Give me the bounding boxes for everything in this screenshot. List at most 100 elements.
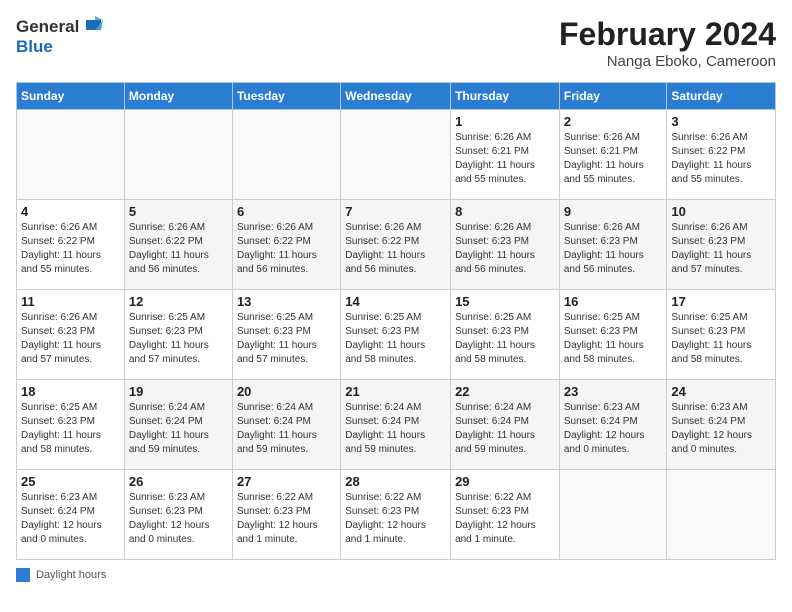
day-info: Sunrise: 6:26 AM Sunset: 6:23 PM Dayligh…	[21, 311, 120, 367]
day-number: 19	[129, 384, 228, 399]
day-number: 14	[345, 294, 446, 309]
day-number: 24	[671, 384, 771, 399]
day-info: Sunrise: 6:23 AM Sunset: 6:24 PM Dayligh…	[21, 491, 120, 547]
calendar-cell: 27 Sunrise: 6:22 AM Sunset: 6:23 PM Dayli…	[232, 470, 340, 560]
day-info: Sunrise: 6:25 AM Sunset: 6:23 PM Dayligh…	[237, 311, 336, 367]
title-block: February 2024 Nanga Eboko, Cameroon	[559, 16, 776, 70]
calendar-cell: 5Sunrise: 6:26 AM Sunset: 6:22 PM Daylig…	[124, 200, 232, 290]
day-info: Sunrise: 6:26 AM Sunset: 6:22 PM Dayligh…	[671, 131, 771, 187]
day-info: Sunrise: 6:25 AM Sunset: 6:23 PM Dayligh…	[564, 311, 663, 367]
day-info: Sunrise: 6:22 AM Sunset: 6:23 PM Dayligh…	[237, 491, 336, 547]
day-info: Sunrise: 6:24 AM Sunset: 6:24 PM Dayligh…	[129, 401, 228, 457]
day-info: Sunrise: 6:22 AM Sunset: 6:23 PM Dayligh…	[455, 491, 555, 547]
calendar-cell: 12 Sunrise: 6:25 AM Sunset: 6:23 PM Dayli…	[124, 290, 232, 380]
calendar-cell: 1 Sunrise: 6:26 AM Sunset: 6:21 PM Daylig…	[451, 110, 560, 200]
day-number: 15	[455, 294, 555, 309]
day-info: Sunrise: 6:24 AM Sunset: 6:24 PM Dayligh…	[237, 401, 336, 457]
legend: Daylight hours	[16, 568, 776, 582]
day-number: 10	[671, 204, 771, 219]
col-header-tuesday: Tuesday	[232, 83, 340, 110]
calendar-cell: 6Sunrise: 6:26 AM Sunset: 6:22 PM Daylig…	[232, 200, 340, 290]
day-info: Sunrise: 6:26 AM Sunset: 6:21 PM Dayligh…	[455, 131, 555, 187]
day-info: Sunrise: 6:25 AM Sunset: 6:23 PM Dayligh…	[345, 311, 446, 367]
week-row-3: 11 Sunrise: 6:26 AM Sunset: 6:23 PM Dayli…	[17, 290, 776, 380]
calendar-cell: 17 Sunrise: 6:25 AM Sunset: 6:23 PM Dayli…	[667, 290, 776, 380]
day-number: 27	[237, 474, 336, 489]
day-number: 1	[455, 114, 555, 129]
calendar-cell: 11 Sunrise: 6:26 AM Sunset: 6:23 PM Dayli…	[17, 290, 125, 380]
col-header-wednesday: Wednesday	[341, 83, 451, 110]
day-info: Sunrise: 6:26 AM Sunset: 6:23 PM Dayligh…	[671, 221, 771, 277]
day-number: 8	[455, 204, 555, 219]
day-info: Sunrise: 6:25 AM Sunset: 6:23 PM Dayligh…	[455, 311, 555, 367]
calendar-cell: 8Sunrise: 6:26 AM Sunset: 6:23 PM Daylig…	[451, 200, 560, 290]
calendar-cell: 4 Sunrise: 6:26 AM Sunset: 6:22 PM Daylig…	[17, 200, 125, 290]
day-number: 5	[129, 204, 228, 219]
calendar-cell: 7 Sunrise: 6:26 AM Sunset: 6:22 PM Daylig…	[341, 200, 451, 290]
day-number: 18	[21, 384, 120, 399]
calendar-cell: 15 Sunrise: 6:25 AM Sunset: 6:23 PM Dayli…	[451, 290, 560, 380]
calendar-cell: 28 Sunrise: 6:22 AM Sunset: 6:23 PM Dayli…	[341, 470, 451, 560]
day-info: Sunrise: 6:26 AM Sunset: 6:23 PM Dayligh…	[564, 221, 663, 277]
calendar-cell: 24Sunrise: 6:23 AM Sunset: 6:24 PM Dayli…	[667, 380, 776, 470]
legend-label: Daylight hours	[36, 569, 106, 581]
calendar-cell	[124, 110, 232, 200]
day-number: 25	[21, 474, 120, 489]
calendar-cell: 14 Sunrise: 6:25 AM Sunset: 6:23 PM Dayli…	[341, 290, 451, 380]
calendar-cell: 21 Sunrise: 6:24 AM Sunset: 6:24 PM Dayli…	[341, 380, 451, 470]
day-number: 13	[237, 294, 336, 309]
day-number: 16	[564, 294, 663, 309]
day-number: 20	[237, 384, 336, 399]
calendar-cell: 9 Sunrise: 6:26 AM Sunset: 6:23 PM Daylig…	[559, 200, 667, 290]
day-number: 7	[345, 204, 446, 219]
week-row-5: 25 Sunrise: 6:23 AM Sunset: 6:24 PM Dayli…	[17, 470, 776, 560]
sub-title: Nanga Eboko, Cameroon	[559, 53, 776, 70]
week-row-1: 1 Sunrise: 6:26 AM Sunset: 6:21 PM Daylig…	[17, 110, 776, 200]
day-info: Sunrise: 6:24 AM Sunset: 6:24 PM Dayligh…	[345, 401, 446, 457]
day-number: 2	[564, 114, 663, 129]
calendar-cell: 26 Sunrise: 6:23 AM Sunset: 6:23 PM Dayli…	[124, 470, 232, 560]
legend-box	[16, 568, 30, 582]
day-number: 4	[21, 204, 120, 219]
day-number: 21	[345, 384, 446, 399]
calendar-cell: 29 Sunrise: 6:22 AM Sunset: 6:23 PM Dayli…	[451, 470, 560, 560]
day-number: 22	[455, 384, 555, 399]
day-info: Sunrise: 6:22 AM Sunset: 6:23 PM Dayligh…	[345, 491, 446, 547]
day-number: 17	[671, 294, 771, 309]
calendar-cell	[559, 470, 667, 560]
day-info: Sunrise: 6:26 AM Sunset: 6:21 PM Dayligh…	[564, 131, 663, 187]
col-header-monday: Monday	[124, 83, 232, 110]
day-info: Sunrise: 6:25 AM Sunset: 6:23 PM Dayligh…	[671, 311, 771, 367]
day-number: 28	[345, 474, 446, 489]
day-number: 23	[564, 384, 663, 399]
day-info: Sunrise: 6:26 AM Sunset: 6:22 PM Dayligh…	[345, 221, 446, 277]
day-number: 26	[129, 474, 228, 489]
calendar-cell: 19 Sunrise: 6:24 AM Sunset: 6:24 PM Dayli…	[124, 380, 232, 470]
day-number: 3	[671, 114, 771, 129]
day-number: 29	[455, 474, 555, 489]
day-info: Sunrise: 6:23 AM Sunset: 6:24 PM Dayligh…	[564, 401, 663, 457]
day-number: 9	[564, 204, 663, 219]
col-header-friday: Friday	[559, 83, 667, 110]
col-header-saturday: Saturday	[667, 83, 776, 110]
day-number: 11	[21, 294, 120, 309]
calendar-cell: 2 Sunrise: 6:26 AM Sunset: 6:21 PM Daylig…	[559, 110, 667, 200]
day-number: 12	[129, 294, 228, 309]
day-info: Sunrise: 6:23 AM Sunset: 6:23 PM Dayligh…	[129, 491, 228, 547]
calendar-cell	[232, 110, 340, 200]
calendar-cell: 20 Sunrise: 6:24 AM Sunset: 6:24 PM Dayli…	[232, 380, 340, 470]
calendar-cell: 18Sunrise: 6:25 AM Sunset: 6:23 PM Dayli…	[17, 380, 125, 470]
day-info: Sunrise: 6:24 AM Sunset: 6:24 PM Dayligh…	[455, 401, 555, 457]
logo: General Blue	[16, 16, 103, 57]
calendar-cell	[341, 110, 451, 200]
calendar-cell: 3 Sunrise: 6:26 AM Sunset: 6:22 PM Daylig…	[667, 110, 776, 200]
day-info: Sunrise: 6:26 AM Sunset: 6:22 PM Dayligh…	[237, 221, 336, 277]
day-info: Sunrise: 6:25 AM Sunset: 6:23 PM Dayligh…	[129, 311, 228, 367]
calendar-cell: 10 Sunrise: 6:26 AM Sunset: 6:23 PM Dayli…	[667, 200, 776, 290]
col-header-sunday: Sunday	[17, 83, 125, 110]
calendar-cell	[667, 470, 776, 560]
main-title: February 2024	[559, 16, 776, 53]
calendar-cell: 25 Sunrise: 6:23 AM Sunset: 6:24 PM Dayli…	[17, 470, 125, 560]
day-info: Sunrise: 6:26 AM Sunset: 6:22 PM Dayligh…	[21, 221, 120, 277]
header-row: SundayMondayTuesdayWednesdayThursdayFrid…	[17, 83, 776, 110]
